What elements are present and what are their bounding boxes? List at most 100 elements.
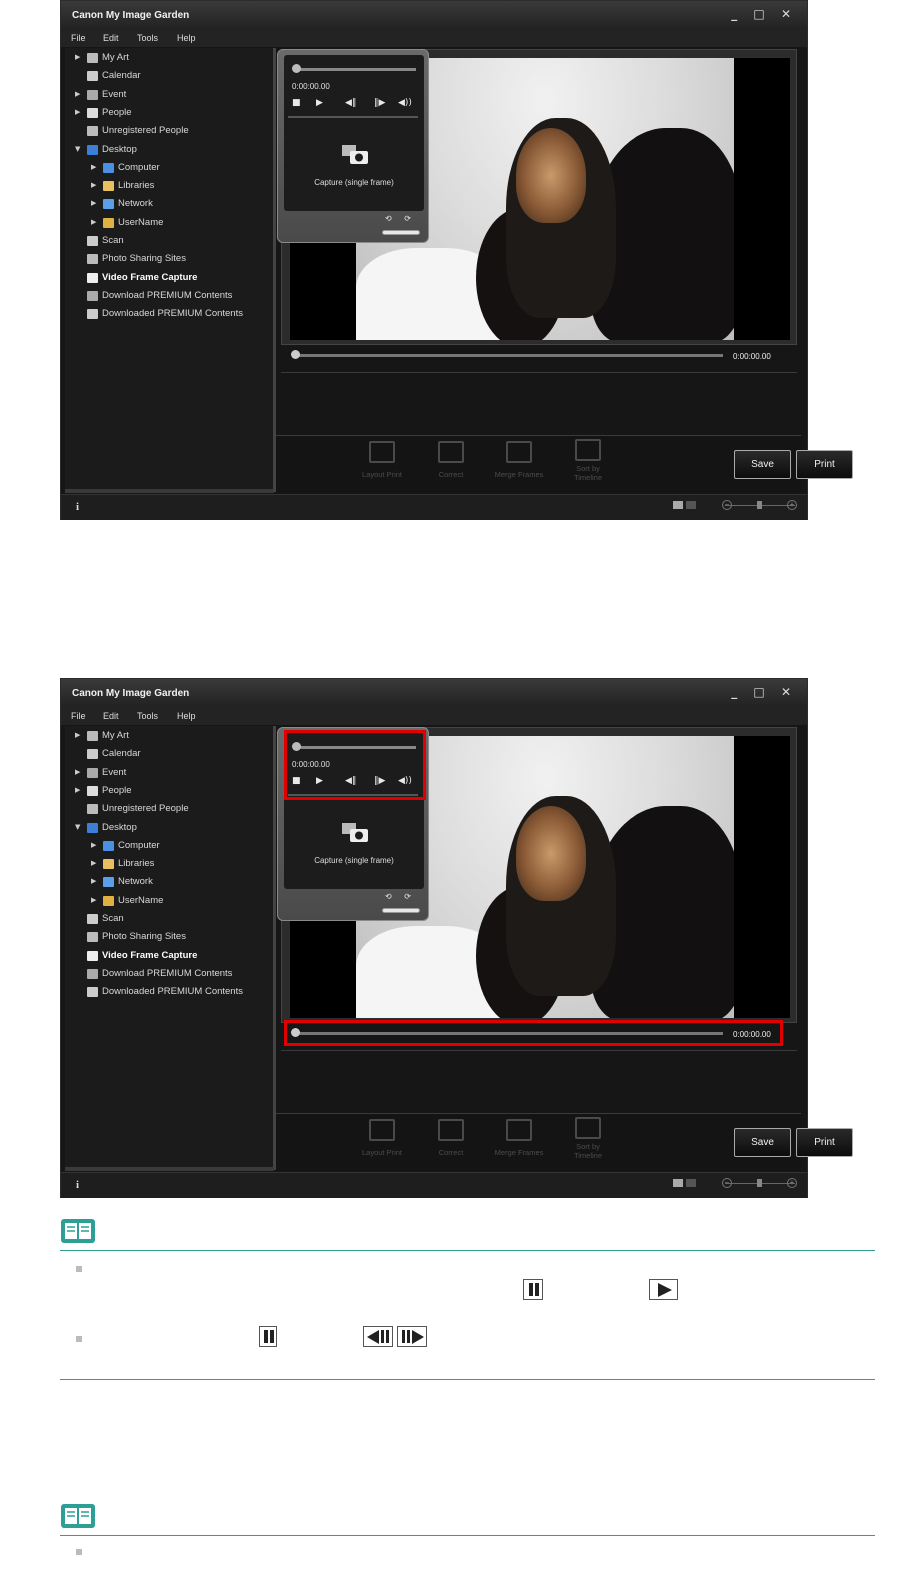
zoom-out-icon[interactable]: − xyxy=(722,1178,732,1188)
thumbnail-view-icon[interactable] xyxy=(673,501,683,509)
list-view-icon[interactable] xyxy=(686,501,696,509)
download-premium-icon xyxy=(87,968,98,979)
stop-icon[interactable]: ■ xyxy=(292,98,301,108)
layout-print-button[interactable]: Layout Print xyxy=(352,1119,412,1157)
expand-arrow-icon[interactable]: ▶ xyxy=(91,218,96,226)
zoom-slider[interactable]: − + xyxy=(722,500,797,510)
save-button[interactable]: Save xyxy=(734,450,791,479)
info-icon[interactable]: i xyxy=(76,1179,79,1191)
seek-track[interactable] xyxy=(293,354,723,357)
people-icon xyxy=(87,107,98,118)
title-bar: Canon My Image Garden _ □ ✕ xyxy=(61,679,807,707)
capture-mode-slider[interactable] xyxy=(382,908,420,913)
print-button[interactable]: Print xyxy=(796,1128,853,1157)
menu-bar: File Edit Tools Help xyxy=(61,29,807,47)
camera-capture-icon[interactable] xyxy=(342,145,368,165)
menu-file[interactable]: File xyxy=(71,711,86,721)
window-controls[interactable]: _ □ ✕ xyxy=(731,685,797,699)
menu-tools[interactable]: Tools xyxy=(137,711,158,721)
view-toggle[interactable] xyxy=(673,1179,697,1188)
frame-back-icon[interactable]: ◀‖ xyxy=(345,98,356,108)
sidebar-item-label: Event xyxy=(102,88,127,100)
menu-tools[interactable]: Tools xyxy=(137,33,158,43)
merge-frames-icon xyxy=(506,1119,532,1141)
expand-arrow-icon[interactable]: ▶ xyxy=(91,859,96,867)
downloaded-premium-icon xyxy=(87,309,98,320)
expand-arrow-icon[interactable]: ▶ xyxy=(91,877,96,885)
expand-arrow-icon[interactable]: ▶ xyxy=(91,841,96,849)
sidebar-splitter[interactable] xyxy=(273,48,276,492)
seek-bar-highlight xyxy=(284,1020,783,1046)
note-bullet xyxy=(76,1336,82,1342)
expand-arrow-icon[interactable]: ▶ xyxy=(91,199,96,207)
menu-file[interactable]: File xyxy=(71,33,86,43)
expand-arrow-icon[interactable]: ▶ xyxy=(75,90,80,98)
sidebar-item-label: Video Frame Capture xyxy=(102,271,198,283)
network-icon xyxy=(103,877,114,888)
expand-arrow-icon[interactable]: ▶ xyxy=(91,896,96,904)
playback-slider-knob[interactable] xyxy=(292,64,301,73)
view-toggle[interactable] xyxy=(673,501,697,510)
play-icon[interactable]: ▶ xyxy=(316,98,323,108)
camera-capture-icon[interactable] xyxy=(342,823,368,843)
capture-mode-icons[interactable]: ⟲ ⟳ xyxy=(385,214,416,223)
save-button[interactable]: Save xyxy=(734,1128,791,1157)
correct-icon xyxy=(438,1119,464,1141)
zoom-in-icon[interactable]: + xyxy=(787,500,797,510)
expand-arrow-icon[interactable]: ▼ xyxy=(75,823,80,831)
seek-knob[interactable] xyxy=(291,350,300,359)
thumbnail-view-icon[interactable] xyxy=(673,1179,683,1187)
volume-icon[interactable]: ◀)) xyxy=(398,98,412,108)
frame-forward-icon[interactable]: ‖▶ xyxy=(374,98,385,108)
sort-by-timeline-button[interactable]: Sort by Timeline xyxy=(558,439,618,482)
scan-icon xyxy=(87,236,98,246)
layout-print-button[interactable]: Layout Print xyxy=(352,441,412,479)
status-bar: i − + xyxy=(61,494,807,520)
zoom-knob[interactable] xyxy=(757,501,762,509)
expand-arrow-icon[interactable]: ▶ xyxy=(91,181,96,189)
bottom-toolbar: Layout Print Correct Merge Frames Sort b… xyxy=(276,435,853,493)
menu-help[interactable]: Help xyxy=(177,711,196,721)
zoom-out-icon[interactable]: − xyxy=(722,500,732,510)
sidebar-scrollbar[interactable] xyxy=(65,1167,274,1171)
menu-help[interactable]: Help xyxy=(177,33,196,43)
zoom-in-icon[interactable]: + xyxy=(787,1178,797,1188)
window-controls[interactable]: _ □ ✕ xyxy=(731,7,797,21)
menu-edit[interactable]: Edit xyxy=(103,33,119,43)
correct-button[interactable]: Correct xyxy=(421,1119,481,1157)
expand-arrow-icon[interactable]: ▶ xyxy=(75,731,80,739)
note-divider xyxy=(60,1250,875,1251)
calendar-icon xyxy=(87,71,98,82)
expand-arrow-icon[interactable]: ▶ xyxy=(75,786,80,794)
sidebar-splitter[interactable] xyxy=(273,726,276,1170)
menu-edit[interactable]: Edit xyxy=(103,711,119,721)
menu-bar: File Edit Tools Help xyxy=(61,707,807,725)
capture-mode-icons[interactable]: ⟲ ⟳ xyxy=(385,892,416,901)
pause-icon xyxy=(523,1279,543,1300)
expand-arrow-icon[interactable]: ▶ xyxy=(75,108,80,116)
capture-mode-slider[interactable] xyxy=(382,230,420,235)
merge-frames-button[interactable]: Merge Frames xyxy=(489,1119,549,1157)
sidebar-item-label: People xyxy=(102,784,132,796)
info-icon[interactable]: i xyxy=(76,501,79,513)
sidebar-scrollbar[interactable] xyxy=(65,489,274,493)
zoom-knob[interactable] xyxy=(757,1179,762,1187)
zoom-slider[interactable]: − + xyxy=(722,1178,797,1188)
sidebar-item-label: Downloaded PREMIUM Contents xyxy=(102,986,243,998)
expand-arrow-icon[interactable]: ▶ xyxy=(75,53,80,61)
photo-sharing-icon xyxy=(87,932,98,943)
libraries-icon xyxy=(103,859,114,870)
expand-arrow-icon[interactable]: ▶ xyxy=(91,163,96,171)
correct-icon xyxy=(438,441,464,463)
merge-frames-button[interactable]: Merge Frames xyxy=(489,441,549,479)
print-button[interactable]: Print xyxy=(796,450,853,479)
playback-time: 0:00:00.00 xyxy=(292,82,330,91)
expand-arrow-icon[interactable]: ▶ xyxy=(75,768,80,776)
sort-by-timeline-button[interactable]: Sort by Timeline xyxy=(558,1117,618,1160)
correct-button[interactable]: Correct xyxy=(421,441,481,479)
list-view-icon[interactable] xyxy=(686,1179,696,1187)
playback-slider[interactable] xyxy=(294,68,416,71)
computer-icon xyxy=(103,162,114,173)
expand-arrow-icon[interactable]: ▼ xyxy=(75,145,80,153)
calendar-icon xyxy=(87,749,98,760)
